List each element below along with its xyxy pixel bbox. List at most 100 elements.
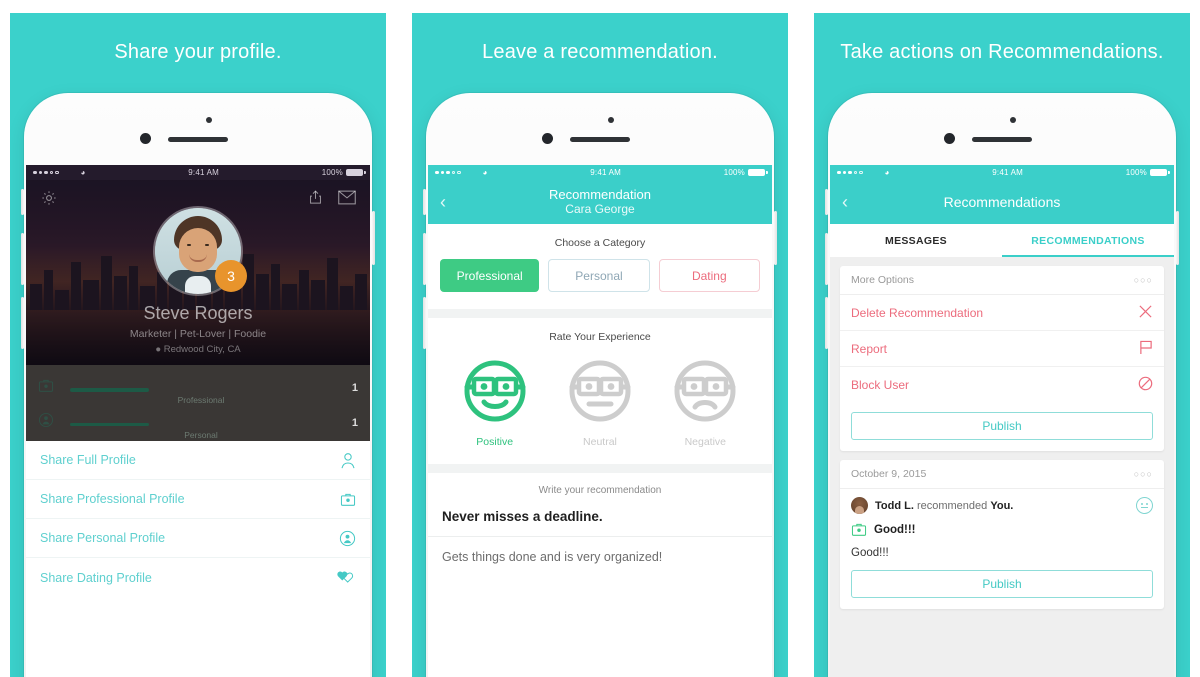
signal-dots-icon	[33, 170, 59, 175]
person-circle-icon	[38, 412, 60, 433]
earpiece-speaker	[168, 137, 228, 142]
ellipsis-icon[interactable]: ○○○	[1134, 275, 1153, 285]
mail-icon[interactable]	[338, 190, 356, 210]
category-professional-button[interactable]: Professional	[440, 259, 540, 292]
category-heading: Choose a Category	[554, 237, 646, 249]
share-item-label: Share Personal Profile	[40, 531, 166, 545]
recommendation-title-input[interactable]: Never misses a deadline.	[428, 505, 772, 537]
avatar[interactable]: 3	[155, 208, 247, 294]
status-bar: ◕ 9:41 AM 100%	[428, 165, 772, 180]
profile-hero: 3 Steve Rogers Marketer | Pet-Lover | Fo…	[26, 180, 370, 365]
phone-mockup: ◕ 9:41 AM 100% ‹ Recommendation Cara Geo…	[423, 93, 777, 677]
chevron-left-icon[interactable]: ‹	[440, 193, 446, 211]
tab-messages[interactable]: MESSAGES	[830, 224, 1002, 257]
block-user-action[interactable]: Block User	[840, 367, 1164, 403]
profile-tagline: Marketer | Pet-Lover | Foodie	[129, 328, 267, 340]
profile-location: ● Redwood City, CA	[26, 344, 370, 355]
delete-recommendation-action[interactable]: Delete Recommendation	[840, 295, 1164, 331]
more-options-card: More Options ○○○ Delete Recommendation R…	[840, 266, 1164, 451]
stat-value: 1	[351, 382, 358, 394]
badge-count: 3	[215, 260, 247, 292]
share-dating-profile-item[interactable]: Share Dating Profile	[26, 558, 370, 597]
power-button	[774, 211, 777, 265]
earpiece-speaker	[570, 137, 630, 142]
recommendation-body-input[interactable]: Gets things done and is very organized!	[428, 537, 772, 577]
hearts-icon	[336, 569, 356, 586]
status-right: 100%	[724, 168, 768, 177]
category-options: Professional Personal Dating	[428, 259, 772, 309]
promo-panel-share-profile: Share your profile. ◕ 9:41 AM 100% 3 Ste…	[10, 13, 386, 677]
signal-dots-icon	[837, 170, 863, 175]
category-dating-button[interactable]: Dating	[658, 259, 760, 292]
share-professional-profile-item[interactable]: Share Professional Profile	[26, 480, 370, 519]
sensor-dot	[608, 117, 614, 123]
negative-face-icon	[674, 360, 736, 422]
neutral-face-icon[interactable]	[1136, 497, 1153, 514]
nav-subtitle: Cara George	[565, 201, 635, 216]
rating-section: Rate Your Experience Positive Neutral Ne…	[428, 318, 772, 464]
share-full-profile-item[interactable]: Share Full Profile	[26, 441, 370, 480]
author-name: Todd L.	[875, 499, 914, 512]
status-right: 100%	[321, 168, 366, 177]
share-personal-profile-item[interactable]: Share Personal Profile	[26, 519, 370, 558]
person-icon	[340, 452, 356, 469]
recommendation-card: October 9, 2015 ○○○ Todd L. recommended …	[840, 460, 1164, 609]
front-camera-icon	[140, 133, 151, 144]
chevron-left-icon[interactable]: ‹	[842, 193, 848, 211]
sensor-dot	[206, 117, 212, 123]
nav-body: ‹ Recommendations	[830, 180, 1174, 224]
signal-dots-icon	[435, 170, 461, 175]
front-camera-icon	[542, 133, 553, 144]
recommendation-sentence: Todd L. recommended You.	[875, 500, 1136, 512]
phone-screen: ◕ 9:41 AM 100% ‹ Recommendations MESSAGE…	[830, 165, 1174, 677]
ellipsis-icon[interactable]: ○○○	[1134, 469, 1153, 479]
phone-screen: ◕ 9:41 AM 100% ‹ Recommendation Cara Geo…	[428, 165, 772, 677]
battery-icon	[1150, 169, 1170, 176]
publish-wrap: Publish	[840, 403, 1164, 451]
rating-positive-option[interactable]: Positive	[461, 357, 529, 448]
tab-recommendations[interactable]: RECOMMENDATIONS	[1002, 224, 1174, 257]
stat-row: Personal 1	[26, 400, 370, 440]
promo-panel-leave-recommendation: Leave a recommendation. ◕ 9:41 AM 100% ‹…	[412, 13, 788, 677]
recommendation-title: Good!!!	[874, 523, 916, 536]
card-header-label: More Options	[851, 274, 915, 286]
panel-title: Take actions on Recommendations.	[840, 41, 1164, 63]
briefcase-icon	[851, 522, 867, 537]
positive-face-icon	[464, 360, 526, 422]
nav-title: Recommendation	[549, 186, 651, 202]
volume-down-button	[423, 297, 426, 349]
publish-button[interactable]: Publish	[851, 412, 1153, 440]
rating-neutral-option[interactable]: Neutral	[566, 357, 634, 448]
nav-title: Recommendations	[943, 194, 1061, 210]
report-action[interactable]: Report	[840, 331, 1164, 367]
nav-bar: ◕ 9:41 AM 100% ‹ Recommendations	[830, 165, 1174, 224]
publish-button[interactable]: Publish	[851, 570, 1153, 598]
share-options-list: Share Full Profile Share Professional Pr…	[26, 441, 370, 597]
volume-down-button	[21, 297, 24, 349]
write-heading: Write your recommendation	[538, 485, 662, 496]
action-label: Block User	[851, 378, 910, 392]
location-pin-icon: ●	[155, 344, 162, 355]
action-label: Report	[851, 341, 888, 356]
battery-percent: 100%	[321, 168, 343, 177]
phone-mockup: ◕ 9:41 AM 100% 3 Steve Rogers Marketer |…	[21, 93, 375, 677]
recommendation-title-line: Good!!!	[840, 518, 1164, 541]
profile-name: Steve Rogers	[143, 303, 253, 323]
status-bar: ◕ 9:41 AM 100%	[26, 165, 370, 180]
category-personal-button[interactable]: Personal	[548, 259, 650, 292]
rating-label: Neutral	[583, 436, 617, 448]
briefcase-icon	[340, 492, 356, 507]
stat-row: Professional 1	[26, 372, 370, 405]
phone-screen: ◕ 9:41 AM 100% 3 Steve Rogers Marketer |…	[26, 165, 370, 677]
panel-title: Share your profile.	[114, 41, 282, 63]
stat-value: 1	[351, 416, 358, 429]
person-circle-icon	[339, 530, 356, 547]
nav-titles: Recommendation Cara George	[549, 186, 651, 217]
recommendation-author-line: Todd L. recommended You.	[840, 489, 1164, 518]
promo-screenshot-row: Share your profile. ◕ 9:41 AM 100% 3 Ste…	[0, 0, 1200, 677]
block-icon	[1138, 376, 1153, 394]
share-item-label: Share Dating Profile	[40, 570, 152, 585]
target-name: You.	[990, 499, 1014, 512]
rating-negative-option[interactable]: Negative	[671, 357, 739, 448]
battery-percent: 100%	[1125, 168, 1147, 177]
